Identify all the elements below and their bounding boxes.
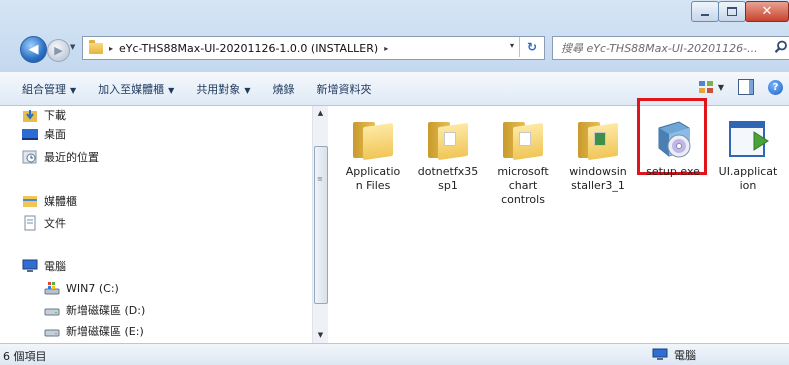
folder-icon — [349, 114, 397, 162]
nav-label: 新增磁碟區 (D:) — [66, 304, 146, 317]
status-zone: 電腦 — [652, 347, 696, 363]
file-label: microsoft chart controls — [497, 165, 549, 206]
help-icon[interactable]: ? — [768, 79, 783, 95]
file-label: windowsin staller3_1 — [569, 165, 627, 192]
forward-button[interactable]: ▶ — [47, 39, 70, 62]
documents-icon — [24, 215, 36, 231]
file-label: dotnetfx35 sp1 — [417, 165, 479, 192]
scroll-thumb[interactable] — [314, 146, 328, 304]
status-bar: 6 個項目 電腦 — [0, 343, 789, 365]
nav-item-recent-places[interactable]: 最近的位置 — [22, 148, 99, 166]
new-folder-button[interactable]: 新增資料夾 — [316, 81, 371, 97]
nav-label: 新增磁碟區 (E:) — [66, 325, 144, 338]
file-item-application-files[interactable]: Applicatio n Files — [338, 114, 408, 193]
file-item-dotnetfx35sp1[interactable]: dotnetfx35 sp1 — [413, 114, 483, 193]
include-dropdown-icon: ▼ — [168, 85, 175, 95]
search-box[interactable] — [552, 36, 789, 60]
search-input[interactable] — [553, 40, 773, 56]
nav-item-drive-c[interactable]: WIN7 (C:) — [44, 279, 119, 297]
share-with-label: 共用對象 — [196, 82, 241, 96]
change-view-icon[interactable] — [698, 79, 714, 95]
libraries-icon — [23, 196, 37, 207]
file-item-windowsinstaller3-1[interactable]: windowsin staller3_1 — [563, 114, 633, 193]
file-label: setup.exe — [646, 165, 700, 178]
preview-pane-icon[interactable] — [738, 79, 754, 95]
close-icon: ✕ — [761, 4, 773, 19]
back-button[interactable]: ◀ — [20, 36, 47, 63]
minimize-button[interactable] — [691, 1, 719, 22]
close-button[interactable]: ✕ — [745, 1, 789, 22]
nav-label: 最近的位置 — [44, 151, 99, 164]
explorer-window: ✕ ◀ ▶ ▼ ▸ eYc-THS88Max-UI-20201126-1.0.0… — [0, 0, 789, 365]
organize-label: 組合管理 — [22, 82, 66, 96]
file-label: UI.applicat ion — [718, 165, 778, 192]
installer-icon — [649, 114, 697, 162]
recent-places-icon — [22, 150, 37, 164]
nav-item-desktop[interactable]: 桌面 — [22, 125, 66, 143]
nav-item-computer[interactable]: 電腦 — [22, 257, 66, 275]
back-arrow-icon: ◀ — [28, 42, 39, 57]
file-item-setup-exe[interactable]: setup.exe — [638, 114, 708, 179]
toolbar-right-controls: ▼ ? — [698, 79, 783, 95]
maximize-button[interactable] — [718, 1, 746, 22]
nav-item-downloads[interactable]: 下載 — [22, 106, 66, 124]
nav-item-drive-e[interactable]: 新增磁碟區 (E:) — [44, 322, 144, 340]
search-icon[interactable] — [774, 40, 788, 54]
share-dropdown-icon: ▼ — [244, 85, 251, 95]
zone-label: 電腦 — [674, 349, 696, 362]
folder-icon — [424, 114, 472, 162]
desktop-icon — [22, 129, 38, 140]
include-in-library-menu[interactable]: 加入至媒體櫃 ▼ — [98, 81, 174, 97]
title-bar: ✕ ◀ ▶ ▼ ▸ eYc-THS88Max-UI-20201126-1.0.0… — [0, 0, 789, 72]
scroll-grip-icon: ≡ — [317, 175, 323, 183]
organize-menu[interactable]: 組合管理 ▼ — [22, 81, 76, 97]
navigation-scrollbar[interactable]: ▲ ≡ ▼ — [312, 106, 328, 343]
breadcrumb-separator-icon[interactable]: ▸ — [109, 44, 113, 53]
include-in-library-label: 加入至媒體櫃 — [98, 82, 165, 96]
nav-label: 文件 — [44, 217, 66, 230]
breadcrumb-chevron-icon[interactable]: ▸ — [384, 44, 388, 53]
system-drive-icon — [44, 282, 60, 295]
computer-icon — [652, 348, 668, 360]
forward-arrow-icon: ▶ — [54, 44, 63, 57]
computer-icon — [22, 259, 38, 272]
nav-label: 下載 — [44, 109, 66, 122]
item-count: 6 個項目 — [3, 350, 47, 363]
minimize-icon — [701, 13, 709, 16]
file-item-microsoft-chart-controls[interactable]: microsoft chart controls — [488, 114, 558, 207]
maximize-icon — [727, 7, 737, 16]
nav-label: 媒體櫃 — [44, 195, 77, 208]
nav-label: WIN7 (C:) — [66, 281, 119, 295]
nav-item-documents[interactable]: 文件 — [22, 214, 66, 232]
drive-icon — [44, 329, 60, 337]
drive-icon — [44, 308, 60, 316]
file-label: Applicatio n Files — [345, 165, 401, 192]
address-dropdown-icon[interactable]: ▾ — [510, 41, 514, 50]
nav-item-libraries[interactable]: 媒體櫃 — [22, 192, 77, 210]
folder-icon — [89, 39, 103, 54]
share-with-menu[interactable]: 共用對象 ▼ — [196, 81, 250, 97]
recent-pages-dropdown[interactable]: ▼ — [70, 43, 75, 51]
address-bar[interactable]: ▸ eYc-THS88Max-UI-20201126-1.0.0 (INSTAL… — [82, 36, 545, 60]
nav-label: 電腦 — [44, 260, 66, 273]
file-list: Applicatio n Files dotnetfx35 sp1 microsof… — [328, 98, 789, 343]
navigation-pane: 下載 桌面 最近的位置 媒體櫃 文件 電腦 WIN7 (C:) 新增磁碟區 (D… — [0, 106, 312, 343]
nav-item-drive-d[interactable]: 新增磁碟區 (D:) — [44, 301, 145, 319]
folder-icon — [499, 114, 547, 162]
refresh-button[interactable]: ↻ — [519, 37, 544, 57]
nav-label: 桌面 — [44, 128, 66, 141]
breadcrumb-current-folder[interactable]: eYc-THS88Max-UI-20201126-1.0.0 (INSTALLE… — [119, 42, 378, 55]
file-item-ui-application[interactable]: UI.applicat ion — [713, 114, 783, 193]
scroll-down-arrow-icon[interactable]: ▼ — [313, 328, 328, 343]
folder-icon — [574, 114, 622, 162]
organize-dropdown-icon: ▼ — [70, 85, 77, 95]
scroll-up-arrow-icon[interactable]: ▲ — [313, 106, 328, 121]
caption-buttons: ✕ — [691, 1, 789, 22]
view-options-dropdown-icon[interactable]: ▼ — [718, 83, 724, 92]
downloads-icon — [23, 110, 37, 122]
application-icon — [724, 114, 772, 162]
burn-button[interactable]: 燒錄 — [272, 81, 294, 97]
